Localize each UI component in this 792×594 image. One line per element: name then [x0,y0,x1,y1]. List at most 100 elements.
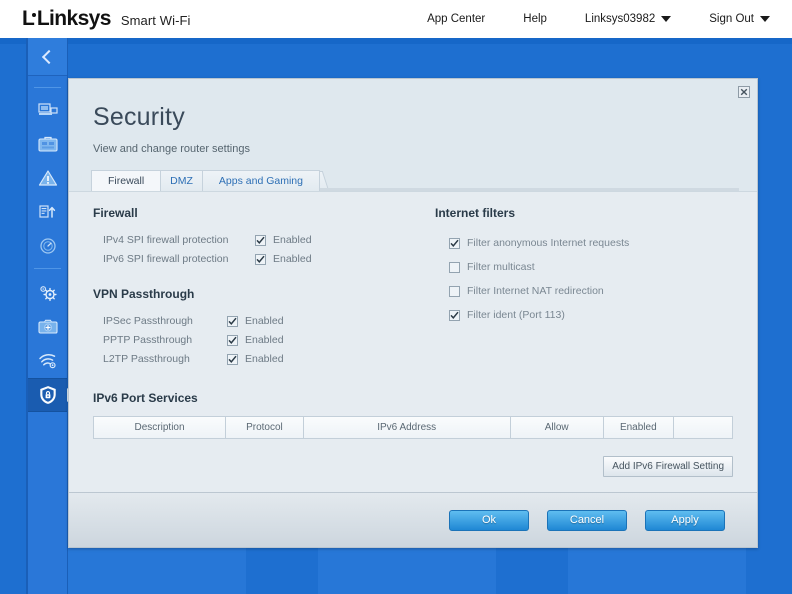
table-header-allow: Allow [510,417,604,438]
speed-gauge-icon [39,238,56,254]
checkbox-filter-anonymous-internet-requests[interactable] [449,237,460,249]
sidebar-item-security[interactable] [28,378,67,412]
tab-firewall[interactable]: Firewall [91,170,162,191]
firewall-column: Firewall IPv4 SPI firewall protection En… [93,206,423,369]
brand-logo[interactable]: L Linksys Smart Wi-Fi [22,7,191,31]
sidebar-collapse-button[interactable] [28,38,67,76]
panel-footer: Ok Cancel Apply [69,492,757,547]
table-header-enabled: Enabled [603,417,674,438]
close-icon[interactable] [738,86,750,98]
chevron-left-icon [41,49,57,64]
gears-icon [39,286,57,302]
topnav-item-sign-out[interactable]: Sign Out [709,13,770,25]
checkbox-ipsec-passthrough[interactable] [227,315,238,327]
checkbox-filter-ident-port-113[interactable] [449,309,460,321]
sidebar-item-device-list[interactable] [28,127,67,161]
device-briefcase-icon [37,136,58,152]
option-row-pptp-passthrough: PPTP Passthrough Enabled [93,331,423,349]
filter-row-multicast: Filter multicast [435,255,733,279]
tab-label: Apps and Gaming [218,175,303,187]
check-icon [256,236,265,244]
check-icon [256,255,265,263]
cancel-button[interactable]: Cancel [547,509,627,531]
table-header-actions [673,417,733,438]
topnav-label: App Center [427,13,486,25]
add-ipv6-firewall-setting-button[interactable]: Add IPv6 Firewall Setting [603,456,733,477]
background-tile [318,548,496,594]
checkbox-label: Enabled [273,253,312,265]
checkbox-l2tp-passthrough[interactable] [227,353,238,365]
filter-row-nat-redirection: Filter Internet NAT redirection [435,279,733,303]
tab-bar: Firewall DMZ Apps and Gaming [69,170,757,191]
checkbox-ipv4-spi-firewall[interactable] [255,234,266,246]
panel-header: Security View and change router settings [69,79,757,171]
option-label: PPTP Passthrough [103,334,193,346]
option-row-ipsec-passthrough: IPSec Passthrough Enabled [93,312,423,330]
settings-columns: Firewall IPv4 SPI firewall protection En… [93,206,733,369]
option-label: IPSec Passthrough [103,315,193,327]
filter-label: Filter ident (Port 113) [467,309,565,321]
top-navigation: App Center Help Linksys03982 Sign Out [389,13,770,25]
sidebar-group-secondary [28,274,67,412]
add-row-container: Add IPv6 Firewall Setting [93,456,733,477]
priority-arrows-icon [38,205,55,218]
checkbox-filter-multicast[interactable] [449,261,460,273]
check-icon [228,355,237,363]
option-row-ipv6-spi: IPv6 SPI firewall protection Enabled [93,250,423,268]
ok-button[interactable]: Ok [449,509,529,531]
option-row-l2tp-passthrough: L2TP Passthrough Enabled [93,350,423,368]
warning-triangle-icon [38,170,57,186]
sidebar-item-speed-test[interactable] [28,229,67,263]
section-heading-vpn-passthrough: VPN Passthrough [93,287,195,301]
camera-plus-icon [37,319,58,334]
section-heading-internet-filters: Internet filters [435,206,516,220]
table-header-ipv6-address: IPv6 Address [303,417,511,438]
background-tile [568,548,746,594]
topnav-label: Linksys03982 [584,13,656,25]
option-label: IPv6 SPI firewall protection [103,253,229,265]
checkbox-filter-internet-nat-redirection[interactable] [449,285,460,297]
checkbox-label: Enabled [245,353,284,365]
panel-body: Firewall IPv4 SPI firewall protection En… [69,191,757,492]
checkbox-ipv6-spi-firewall[interactable] [255,253,266,265]
ipv6-port-services-section: IPv6 Port Services Description Protocol … [93,391,733,477]
tab-label: Firewall [108,175,145,187]
left-sidebar [26,38,68,594]
sidebar-divider [34,268,61,269]
checkbox-pptp-passthrough[interactable] [227,334,238,346]
sidebar-item-troubleshooting[interactable] [28,310,67,344]
page-title: Security [93,103,185,131]
product-name: Smart Wi-Fi [120,13,191,28]
sidebar-item-connectivity[interactable] [28,276,67,310]
tab-label: DMZ [170,175,193,187]
filter-row-anonymous-requests: Filter anonymous Internet requests [435,231,733,255]
check-icon [450,311,459,319]
section-heading-ipv6-port-services: IPv6 Port Services [93,391,198,405]
sidebar-item-media-prioritization[interactable] [28,195,67,229]
filter-row-ident-port-113: Filter ident (Port 113) [435,303,733,327]
filter-label: Filter multicast [467,261,535,273]
option-label: L2TP Passthrough [103,353,190,365]
sidebar-item-wireless[interactable] [28,344,67,378]
sidebar-divider [34,87,61,88]
shield-lock-icon [39,386,56,404]
check-icon [228,317,237,325]
topnav-label: Help [523,13,547,25]
topnav-item-help[interactable]: Help [523,13,547,25]
topnav-item-account[interactable]: Linksys03982 [584,13,672,25]
security-dialog-panel: Security View and change router settings… [68,78,758,548]
sidebar-item-parental-controls[interactable] [28,161,67,195]
ipv6-port-services-table: Description Protocol IPv6 Address Allow … [93,416,733,439]
sidebar-item-network-map[interactable] [28,93,67,127]
internet-filters-column: Internet filters Filter anonymous Intern… [423,206,733,369]
filter-label: Filter anonymous Internet requests [467,237,630,249]
table-header-protocol: Protocol [226,417,304,438]
network-map-icon [37,103,58,115]
chevron-down-icon [760,16,770,22]
section-heading-firewall: Firewall [93,206,138,220]
topnav-label: Sign Out [709,13,754,25]
page-subtitle: View and change router settings [93,143,250,155]
topnav-item-app-center[interactable]: App Center [427,13,485,25]
tab-apps-and-gaming[interactable]: Apps and Gaming [201,170,320,191]
apply-button[interactable]: Apply [645,509,725,531]
